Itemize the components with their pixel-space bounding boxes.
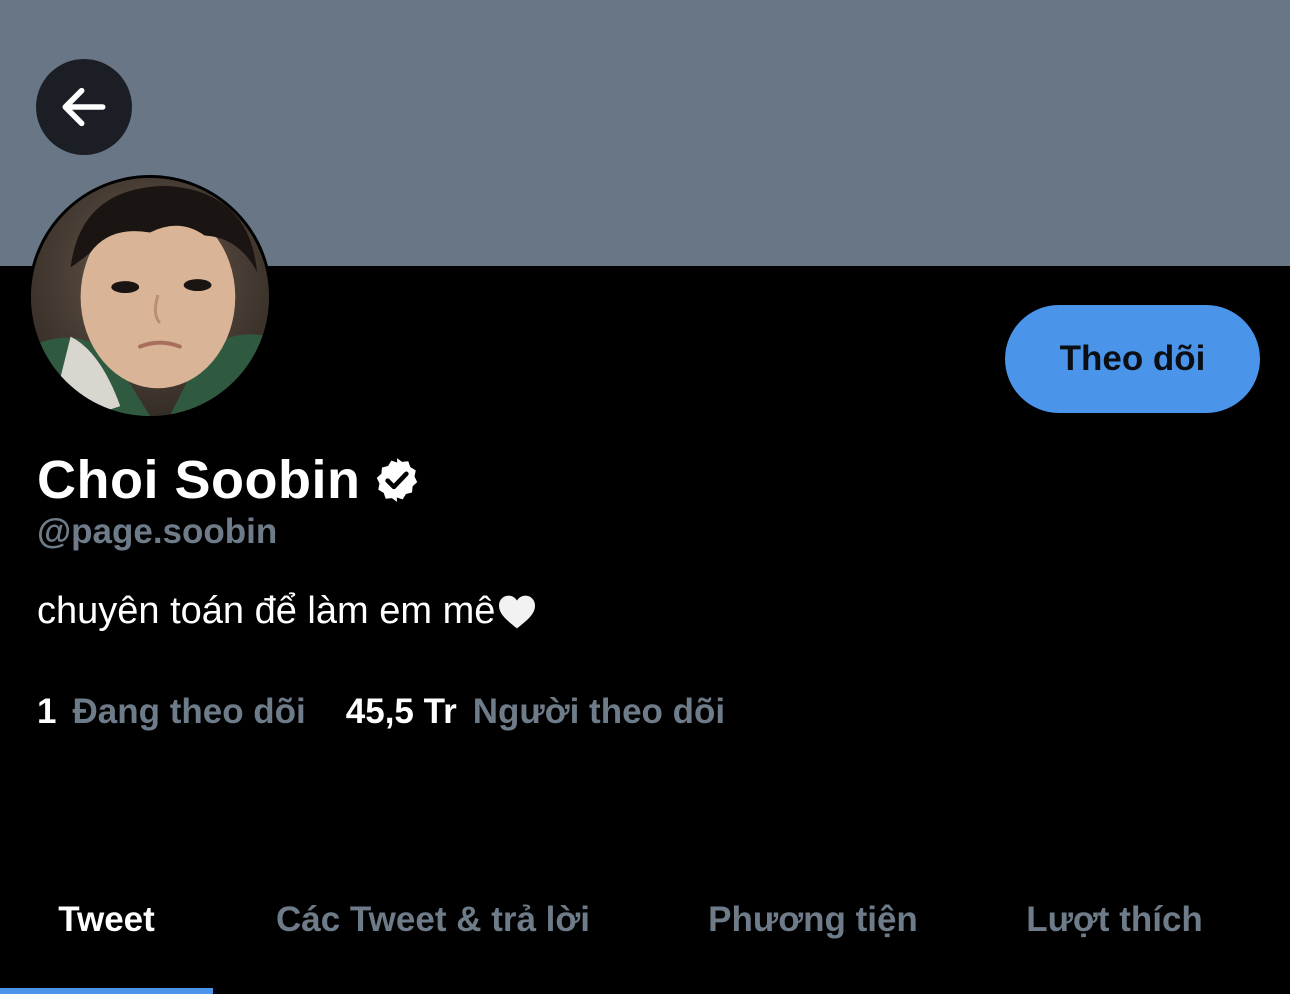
- profile-photo: [31, 178, 269, 416]
- tab-tweets-and-replies[interactable]: Các Tweet & trả lời: [213, 880, 653, 994]
- followers-count: 45,5 Tr: [345, 692, 457, 731]
- active-tab-indicator: [0, 988, 213, 994]
- following-label: Đang theo dõi: [72, 692, 306, 731]
- profile-tabs: Tweet Các Tweet & trả lời Phương tiện Lư…: [0, 880, 1290, 994]
- following-count: 1: [37, 692, 57, 731]
- tab-media[interactable]: Phương tiện: [653, 880, 973, 994]
- display-name: Choi Soobin: [37, 450, 361, 510]
- white-heart-icon: [499, 595, 536, 628]
- profile-page: Theo dõi Choi Soobin @page.soobin chuyên…: [0, 0, 1290, 994]
- verified-badge-icon: [377, 458, 418, 502]
- display-name-row: Choi Soobin: [37, 448, 422, 512]
- bio-text: chuyên toán để làm em mê: [37, 590, 496, 632]
- followers-label: Người theo dõi: [472, 692, 726, 731]
- follow-button[interactable]: Theo dõi: [1005, 305, 1260, 413]
- tab-likes[interactable]: Lượt thích: [973, 880, 1256, 994]
- bio: chuyên toán để làm em mê: [37, 590, 537, 633]
- following-stat[interactable]: 1 Đang theo dõi: [37, 692, 306, 732]
- arrow-left-icon: [62, 87, 106, 127]
- tab-tweet[interactable]: Tweet: [0, 880, 213, 994]
- back-button[interactable]: [36, 59, 132, 155]
- avatar[interactable]: [28, 175, 272, 419]
- profile-stats: 1 Đang theo dõi 45,5 Tr Người theo dõi: [37, 692, 725, 732]
- handle: @page.soobin: [37, 512, 278, 551]
- followers-stat[interactable]: 45,5 Tr Người theo dõi: [346, 692, 725, 732]
